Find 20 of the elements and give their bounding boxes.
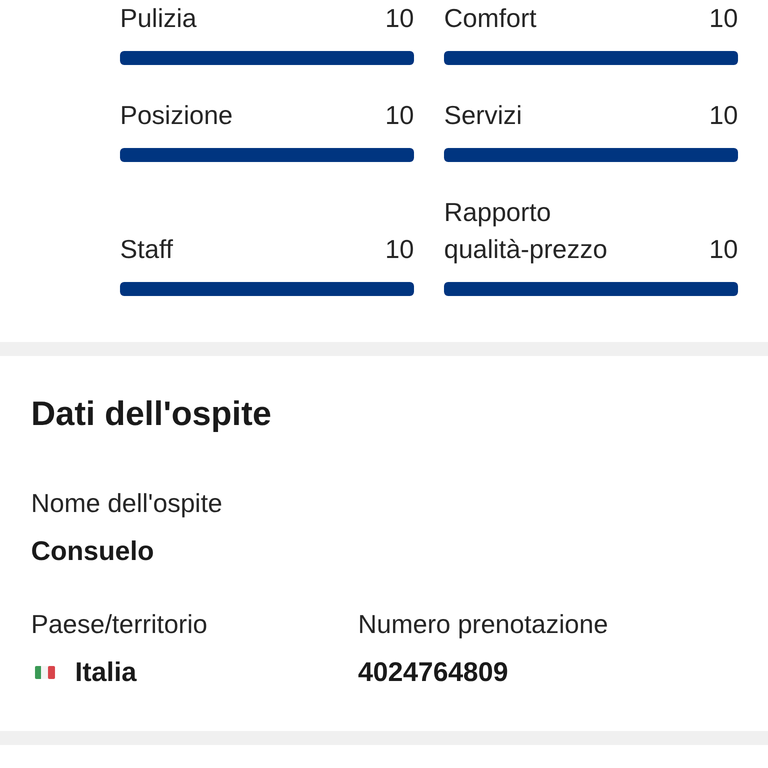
- field-label: Paese/territorio: [31, 608, 208, 640]
- score-label: Comfort: [444, 2, 536, 35]
- score-value: 10: [709, 233, 738, 266]
- score-label: Pulizia: [120, 2, 197, 35]
- score-label: Posizione: [120, 99, 233, 132]
- section-title: Dati dell'ospite: [31, 394, 272, 435]
- score-value: 10: [385, 99, 414, 132]
- score-value: 10: [709, 2, 738, 35]
- field-label: Numero prenotazione: [358, 608, 610, 640]
- score-label: Rapporto qualità-prezzo: [444, 196, 608, 266]
- field-value: Consuelo: [31, 535, 156, 568]
- flag-icon: [35, 666, 55, 678]
- score-label: Servizi: [444, 99, 522, 132]
- score-value: 10: [709, 99, 738, 132]
- score-value: 10: [385, 233, 414, 266]
- score-value: 10: [385, 2, 414, 35]
- score-label: Staff: [120, 233, 174, 266]
- field-label: Nome dell'ospite: [31, 487, 224, 519]
- field-value: Italia: [75, 656, 137, 689]
- field-value: 4024764809: [358, 656, 510, 689]
